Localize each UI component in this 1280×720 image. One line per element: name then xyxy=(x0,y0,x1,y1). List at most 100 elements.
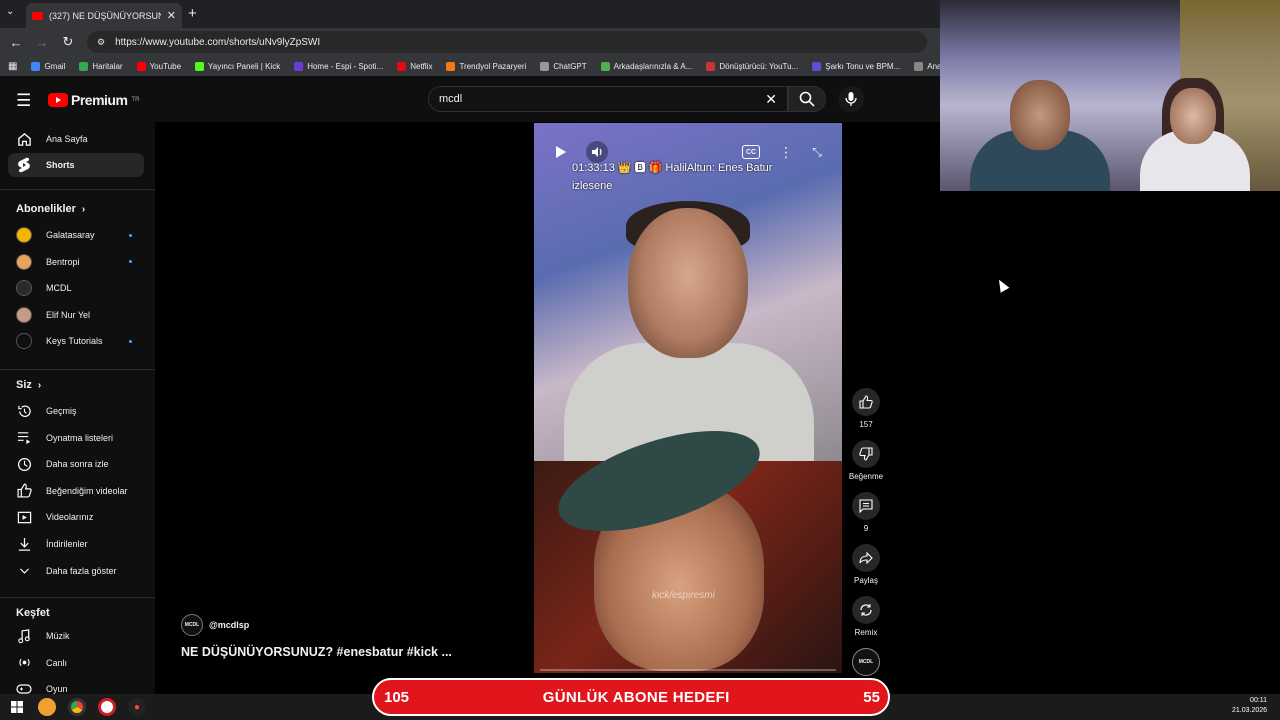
browser-tab[interactable]: (327) NE DÜŞÜNÜYORSUNUZ? #enesbatur ✕ xyxy=(26,3,182,28)
youtube-favicon-icon xyxy=(32,11,43,20)
like-button[interactable]: 157 xyxy=(848,388,884,429)
shorts-video-player[interactable]: CC ⋮ ⤡ 01:33:13 👑 🅱 🎁 HalilAltun: Enes B… xyxy=(534,123,842,673)
chrome-icon[interactable] xyxy=(68,698,86,716)
subscription-label: Bentropi xyxy=(46,256,80,267)
voice-search-button[interactable] xyxy=(838,86,864,112)
sidebar-item-you[interactable]: Daha sonra izle xyxy=(8,452,144,476)
search-button[interactable] xyxy=(788,86,826,112)
bookmark-item[interactable]: Arkadaşlarınızla & A... xyxy=(600,61,692,71)
play-icon[interactable] xyxy=(550,141,572,163)
sidebar-item-explore[interactable]: Canlı xyxy=(8,651,144,675)
app-icon-2[interactable]: ● xyxy=(128,698,146,716)
webcam-person-2-face xyxy=(1170,88,1216,144)
sidebar-item-explore[interactable]: Müzik xyxy=(8,624,144,648)
bookmark-item[interactable]: YouTube xyxy=(136,61,181,71)
back-icon[interactable]: ← xyxy=(9,35,23,50)
bookmark-item[interactable]: Şarkı Tonu ve BPM... xyxy=(812,61,900,71)
fullscreen-icon[interactable]: ⤡ xyxy=(806,141,828,163)
subscriptions-heading[interactable]: Abonelikler › xyxy=(16,203,85,215)
bookmark-favicon-icon xyxy=(195,61,205,71)
subscription-item[interactable]: Bentropi xyxy=(8,250,144,274)
bookmark-item[interactable]: Home - Espi - Spoti... xyxy=(294,61,383,71)
video-progress-bar[interactable] xyxy=(540,669,836,671)
right-empty-area xyxy=(940,191,1280,694)
menu-icon[interactable]: ☰ xyxy=(16,91,31,111)
bookmark-item[interactable]: Gmail xyxy=(31,61,65,71)
tab-title: (327) NE DÜŞÜNÜYORSUNUZ? #enesbatur xyxy=(49,10,161,21)
sidebar-item-shorts[interactable]: Shorts xyxy=(8,153,144,177)
site-info-icon[interactable]: ⚙ xyxy=(97,37,105,48)
dislike-label: Beğenme xyxy=(848,472,884,481)
youtube-logo-icon xyxy=(48,93,68,107)
sidebar-item-label: Daha fazla göster xyxy=(46,565,117,576)
goal-current-count: 105 xyxy=(384,688,410,706)
comments-button[interactable]: 9 xyxy=(848,492,884,533)
sidebar-divider xyxy=(0,369,155,370)
new-tab-icon[interactable]: + xyxy=(188,5,197,22)
sidebar-item-you[interactable]: Daha fazla göster xyxy=(8,559,144,583)
new-content-dot xyxy=(129,260,132,264)
dislike-button[interactable]: Beğenme xyxy=(848,440,884,481)
bookmark-favicon-icon xyxy=(446,61,456,71)
opera-icon[interactable] xyxy=(98,698,116,716)
sidebar-item-label: Oyun xyxy=(46,684,68,695)
remix-label: Remix xyxy=(854,628,878,637)
more-options-icon[interactable]: ⋮ xyxy=(775,141,797,163)
bookmark-item[interactable]: Trendyol Pazaryeri xyxy=(446,61,527,71)
channel-row[interactable]: MCDL @mcdlsp xyxy=(181,614,249,636)
forward-icon[interactable]: → xyxy=(35,35,49,50)
windows-start-icon[interactable] xyxy=(8,698,26,716)
streamer-webcam xyxy=(940,0,1280,191)
tab-search-icon[interactable]: ⌄ xyxy=(6,6,14,17)
bookmark-item[interactable]: Dönüştürücü: YouTu... xyxy=(706,61,799,71)
address-bar[interactable]: ⚙ https://www.youtube.com/shorts/uNv9lyZ… xyxy=(87,31,927,53)
close-tab-icon[interactable]: ✕ xyxy=(167,9,176,22)
sidebar-item-home[interactable]: Ana Sayfa xyxy=(8,127,144,151)
playlist-icon xyxy=(16,430,32,446)
subscription-item[interactable]: MCDL xyxy=(8,276,144,300)
sidebar-item-you[interactable]: Oynatma listeleri xyxy=(8,426,144,450)
reload-icon[interactable]: ↻ xyxy=(61,34,75,50)
bookmark-label: Trendyol Pazaryeri xyxy=(459,61,527,71)
channel-avatar-button[interactable]: MCDL xyxy=(848,648,884,680)
bookmark-item[interactable]: Haritalar xyxy=(79,61,123,71)
clear-search-icon[interactable]: ✕ xyxy=(765,91,777,108)
channel-avatar-icon xyxy=(16,280,32,297)
apps-grid-icon[interactable]: ▦ xyxy=(8,61,17,72)
sidebar-item-you[interactable]: Geçmiş xyxy=(8,399,144,423)
sidebar-item-label: Oynatma listeleri xyxy=(46,432,114,443)
bookmark-item[interactable]: Yayıncı Paneli | Kick xyxy=(195,61,281,71)
bookmark-label: Yayıncı Paneli | Kick xyxy=(208,61,281,71)
remix-button[interactable]: Remix xyxy=(848,596,884,637)
stream-overlay-text-2: izlesene xyxy=(572,180,613,192)
clock-icon xyxy=(16,456,32,472)
captions-icon[interactable]: CC xyxy=(742,145,760,159)
search-query: mcdl xyxy=(439,93,463,105)
download-icon xyxy=(16,536,32,552)
system-clock[interactable]: 00:11 21.03.2026 xyxy=(1232,696,1267,716)
bookmark-item[interactable]: ChatGPT xyxy=(540,61,587,71)
sidebar-item-you[interactable]: Beğendiğim videolar xyxy=(8,479,144,503)
subscription-item[interactable]: Keys Tutorials xyxy=(8,329,144,353)
video-title[interactable]: NE DÜŞÜNÜYORSUNUZ? #enesbatur #kick ... xyxy=(181,645,452,659)
app-icon-1[interactable] xyxy=(38,698,56,716)
bookmark-item[interactable]: Netflix xyxy=(397,61,432,71)
youtube-premium-logo[interactable]: Premium TR xyxy=(48,92,139,108)
share-icon xyxy=(852,544,880,572)
search-icon xyxy=(799,91,815,107)
search-input[interactable]: mcdl ✕ xyxy=(428,86,788,112)
webcam-person-1-face xyxy=(1010,80,1070,150)
share-label: Paylaş xyxy=(853,576,878,585)
sidebar-item-label: Müzik xyxy=(46,631,70,641)
bookmark-label: Dönüştürücü: YouTu... xyxy=(719,61,799,71)
you-heading[interactable]: Siz › xyxy=(16,379,41,391)
subscription-item[interactable]: Galatasaray xyxy=(8,223,144,247)
sidebar-item-you[interactable]: İndirilenler xyxy=(8,532,144,556)
subscription-label: Elif Nur Yel xyxy=(46,309,91,320)
share-button[interactable]: Paylaş xyxy=(848,544,884,585)
bookmark-item[interactable]: Ana Sayfa xyxy=(914,61,940,71)
sidebar-item-you[interactable]: Videolarınız xyxy=(8,505,144,529)
subscription-item[interactable]: Elif Nur Yel xyxy=(8,303,144,327)
explore-heading-label: Keşfet xyxy=(16,607,50,619)
explore-heading: Keşfet xyxy=(16,607,50,619)
